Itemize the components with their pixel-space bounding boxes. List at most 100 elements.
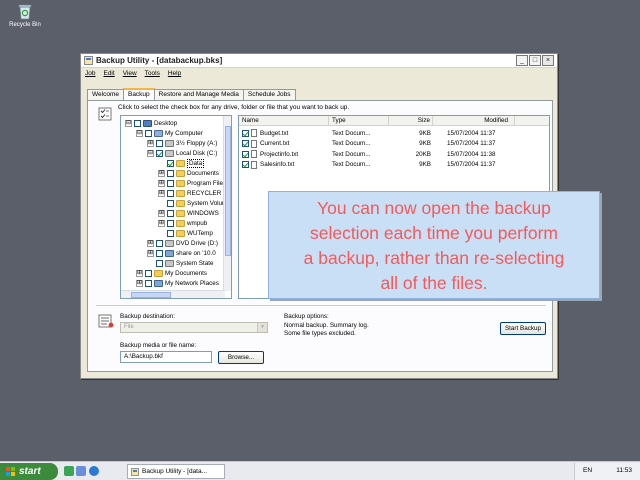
menu-help[interactable]: Help — [168, 70, 181, 77]
tree-item-checkbox[interactable] — [167, 159, 174, 167]
file-checkbox[interactable] — [242, 129, 249, 137]
drive-icon — [165, 139, 174, 147]
tab-backup[interactable]: Backup — [122, 88, 155, 100]
tree-expander[interactable]: ⊞ — [136, 279, 143, 287]
internet-explorer-icon[interactable] — [89, 466, 99, 476]
file-row[interactable]: Current.txt Text Docum... 9KB 15/07/2004 11… — [239, 139, 515, 149]
tree-item-checkbox[interactable] — [156, 249, 163, 257]
title-bar[interactable]: Backup Utility - [databackup.bks] _ □ × — [81, 54, 557, 68]
tree-horizontal-scrollbar[interactable] — [121, 290, 225, 298]
menu-edit[interactable]: Edit — [103, 70, 114, 77]
file-checkbox[interactable] — [242, 140, 249, 147]
backup-media-input[interactable]: A:\Backup.bkf — [120, 351, 212, 363]
tree-item[interactable]: ⊞ Documents — [158, 168, 219, 178]
tree-expander[interactable]: ⊟ — [136, 129, 143, 137]
tree-item[interactable]: ⊞ wmpub — [158, 218, 207, 228]
start-backup-button[interactable]: Start Backup — [500, 322, 546, 335]
tree-item[interactable]: ⊟ Desktop — [125, 118, 177, 128]
show-desktop-icon[interactable] — [64, 466, 74, 476]
tree-item[interactable]: ⊞ WINDOWS — [158, 208, 219, 218]
browse-button[interactable]: Browse... — [218, 351, 264, 364]
tree-item[interactable]: System State — [147, 258, 213, 268]
tree-item-checkbox[interactable] — [156, 139, 163, 147]
backup-destination-select[interactable]: File ▼ — [120, 322, 268, 333]
media-player-icon[interactable] — [76, 466, 86, 476]
tree-expander[interactable]: ⊟ — [147, 149, 154, 157]
tree-item-checkbox[interactable] — [145, 269, 152, 277]
file-row[interactable]: Budget.txt Text Docum... 9KB 15/07/2004 11:… — [239, 128, 515, 138]
tree-item[interactable]: ⊞ share on '10.0 — [147, 248, 216, 258]
tree-item[interactable]: ⊞ DVD Drive (D:) — [147, 238, 218, 248]
column-header-modified[interactable]: Modified — [433, 116, 515, 125]
maximize-button[interactable]: □ — [529, 55, 541, 66]
tree-expander[interactable]: ⊞ — [158, 169, 165, 177]
file-type: Text Docum... — [332, 150, 371, 158]
tree-item-checkbox[interactable] — [167, 169, 174, 177]
tree-item[interactable]: ⊞ My Network Places — [136, 278, 219, 288]
tree-vscroll-thumb[interactable] — [225, 126, 231, 256]
tree-item[interactable]: ⊟ Local Disk (C:) — [147, 148, 217, 158]
tree-item-checkbox[interactable] — [167, 229, 174, 237]
tree-expander[interactable]: ⊞ — [158, 189, 165, 197]
tree-expander[interactable]: ⊞ — [136, 269, 143, 277]
file-name-cell: Projectinfo.txt — [239, 150, 329, 158]
desktop-icon — [143, 119, 152, 127]
start-label: start — [19, 466, 41, 477]
file-checkbox[interactable] — [242, 161, 249, 168]
recycle-bin-desktop-icon[interactable]: Recycle Bin — [6, 2, 44, 28]
tree-item[interactable]: ⊟ My Computer — [136, 128, 203, 138]
tree-item-checkbox[interactable] — [167, 219, 174, 227]
file-name: Projectinfo.txt — [260, 150, 299, 158]
tree-vertical-scrollbar[interactable] — [223, 116, 231, 291]
file-name: Budget.txt — [260, 129, 289, 137]
tab-restore-and-manage-media[interactable]: Restore and Manage Media — [153, 89, 244, 100]
tree-item[interactable]: WUTemp — [158, 228, 213, 238]
text-file-icon — [251, 150, 257, 158]
tree-hscroll-thumb[interactable] — [131, 292, 171, 298]
file-size: 9KB — [419, 140, 431, 147]
tree-item[interactable]: ⊞ RECYCLER — [158, 188, 221, 198]
tree-item[interactable]: System Volume — [158, 198, 231, 208]
tree-item[interactable]: ⊞ My Documents — [136, 268, 207, 278]
tree-item-checkbox[interactable] — [145, 279, 152, 287]
close-button[interactable]: × — [542, 55, 554, 66]
tree-item-checkbox[interactable] — [167, 199, 174, 207]
minimize-button[interactable]: _ — [516, 55, 528, 66]
column-header-name[interactable]: Name — [239, 116, 329, 125]
tree-item-checkbox[interactable] — [167, 179, 174, 187]
menu-view[interactable]: View — [123, 70, 137, 77]
tree-item-checkbox[interactable] — [134, 119, 141, 127]
tree-item-checkbox[interactable] — [145, 129, 152, 137]
file-row[interactable]: Salesinfo.txt Text Docum... 9KB 15/07/2004 … — [239, 160, 515, 170]
column-header-type[interactable]: Type — [329, 116, 389, 125]
file-checkbox[interactable] — [242, 150, 249, 158]
folder-tree[interactable]: ⊞ My Network Places ⊞ My Documents System St… — [120, 115, 232, 299]
window-title: Backup Utility - [databackup.bks] — [96, 56, 223, 65]
tree-item[interactable]: ⊞ Program Files — [158, 178, 226, 188]
tree-item[interactable]: Data — [158, 158, 205, 168]
tree-expander[interactable]: ⊞ — [158, 209, 165, 217]
start-button[interactable]: start — [0, 463, 58, 480]
tree-item-checkbox[interactable] — [167, 189, 174, 197]
menu-tools[interactable]: Tools — [145, 70, 160, 77]
tree-item[interactable]: ⊞ 3½ Floppy (A:) — [147, 138, 217, 148]
tree-expander[interactable]: ⊞ — [147, 139, 154, 147]
menu-job[interactable]: Job — [85, 70, 95, 77]
language-indicator[interactable]: EN — [583, 467, 592, 474]
tree-item-checkbox[interactable] — [156, 259, 163, 267]
tree-expander[interactable]: ⊞ — [158, 219, 165, 227]
taskbar-backup-utility-button[interactable]: Backup Utility - [data... — [127, 464, 225, 479]
file-row[interactable]: Projectinfo.txt Text Docum... 20KB 15/07/20… — [239, 149, 515, 159]
tree-expander[interactable]: ⊞ — [147, 239, 154, 247]
tree-item-checkbox[interactable] — [167, 209, 174, 217]
tree-expander[interactable]: ⊞ — [158, 179, 165, 187]
tab-welcome[interactable]: Welcome — [87, 89, 124, 100]
tree-item-checkbox[interactable] — [156, 239, 163, 247]
tab-schedule-jobs[interactable]: Schedule Jobs — [242, 89, 296, 100]
tree-item-label: System State — [176, 259, 214, 267]
tree-item-checkbox[interactable] — [156, 149, 163, 157]
tree-expander[interactable]: ⊞ — [147, 249, 154, 257]
column-header-size[interactable]: Size — [389, 116, 433, 125]
tree-expander[interactable]: ⊟ — [125, 119, 132, 127]
chevron-down-icon[interactable]: ▼ — [257, 323, 267, 332]
